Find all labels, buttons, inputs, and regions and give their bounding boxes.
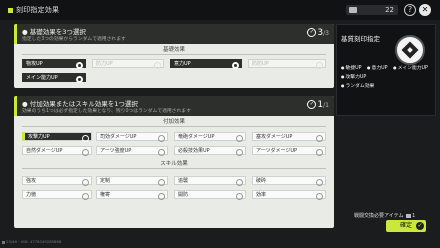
check-icon: ✓: [416, 222, 424, 230]
additional-effect-counter: ✓ 1/1: [307, 100, 329, 110]
additional-effect-header: ● 付加効果またはスキル効果を1つ選択 効果のうち1つは必ず指定した効果となり、…: [14, 96, 334, 116]
radio-icon: [236, 134, 243, 142]
help-icon[interactable]: ?: [404, 4, 416, 16]
summary-tag-2: メイン能力UP: [393, 66, 428, 71]
radio-icon: [316, 192, 323, 200]
additional-effect-section-header: 付加効果: [22, 118, 326, 127]
additional-effect-subtitle: 効果のうち1つは必ず指定した効果となり、残り0つはランダムで適用されます: [22, 109, 191, 114]
option-base-4[interactable]: メイン能力UP: [22, 73, 86, 83]
page-title: 刻印指定効果: [8, 5, 59, 15]
option-add-3[interactable]: 塞攻ダメージUP: [252, 132, 326, 142]
footer-build-info: 23/46 · UID: 4776349285868: [2, 239, 61, 244]
option-skill-4[interactable]: 力徳: [22, 190, 92, 200]
option-add-4[interactable]: 自然ダメージUP: [22, 146, 92, 156]
radio-icon: [158, 148, 165, 156]
radio-icon: [158, 192, 165, 200]
radio-icon: [232, 61, 239, 69]
option-base-3[interactable]: 防防UP: [248, 59, 326, 69]
skill-effect-section-header: スキル効果: [22, 160, 326, 169]
signal-icon: [2, 240, 5, 244]
option-add-7[interactable]: アーツダメージUP: [252, 146, 326, 156]
confirm-button[interactable]: 確定 ✓: [386, 220, 426, 232]
radio-icon: [158, 178, 165, 186]
close-icon[interactable]: ✕: [419, 4, 431, 16]
radio-icon: [316, 61, 323, 69]
radio-icon: [316, 148, 323, 156]
radio-icon: [154, 61, 161, 69]
radio-icon: [316, 178, 323, 186]
radio-icon: [236, 192, 243, 200]
option-skill-2[interactable]: 追襲: [174, 176, 246, 186]
currency-display[interactable]: 22: [346, 5, 398, 15]
radio-icon: [236, 148, 243, 156]
option-add-0[interactable]: 攻撃力UP: [22, 132, 92, 142]
base-effect-header: ● 基礎効果を3つ選択 指定した3つの効果からランダムで適用されます ✓ 3/3: [14, 24, 334, 44]
additional-effect-panel: ● 付加効果またはスキル効果を1つ選択 効果のうち1つは必ず指定した効果となり、…: [14, 96, 334, 228]
radio-icon: [236, 178, 243, 186]
title-marker-icon: [8, 7, 13, 13]
summary-tag-4: ランダム効果: [341, 82, 375, 89]
option-skill-3[interactable]: 破砕: [252, 176, 326, 186]
option-base-0[interactable]: 物攻UP: [22, 59, 86, 69]
check-circle-icon: ✓: [307, 100, 317, 109]
summary-tag-3: 攻撃力UP: [341, 73, 367, 80]
option-add-6[interactable]: 必殺技効果UP: [174, 146, 246, 156]
base-effect-panel: ● 基礎効果を3つ選択 指定した3つの効果からランダムで適用されます ✓ 3/3 …: [14, 24, 334, 88]
check-circle-icon: ✓: [307, 28, 317, 37]
summary-tag-1: 意力UP: [367, 66, 388, 71]
option-skill-1[interactable]: 定制: [96, 176, 168, 186]
radio-icon: [82, 148, 89, 156]
required-item: 戦闘交換必要アイテム 1: [354, 213, 416, 219]
option-skill-5[interactable]: 権寄: [96, 190, 168, 200]
base-effect-counter: ✓ 3/3: [307, 28, 329, 38]
currency-icon: [349, 7, 357, 13]
option-skill-6[interactable]: 開防: [174, 190, 246, 200]
radio-icon: [82, 134, 89, 142]
item-icon: [405, 213, 411, 218]
summary-panel: 基質刻印指定 敏捷UP 意力UP メイン能力UP 攻撃力UP ランダム効果: [336, 24, 436, 116]
radio-icon: [316, 134, 323, 142]
radio-icon: [76, 75, 83, 83]
summary-title: 基質刻印指定: [341, 35, 380, 43]
top-bar: 刻印指定効果 22 ? ✕: [0, 0, 440, 20]
summary-tag-0: 敏捷UP: [341, 66, 362, 71]
base-effect-subtitle: 指定した3つの効果からランダムで適用されます: [22, 37, 126, 42]
radio-icon: [158, 134, 165, 142]
radio-icon: [82, 178, 89, 186]
option-skill-0[interactable]: 強攻: [22, 176, 92, 186]
engraving-badge-icon: [395, 35, 425, 65]
radio-icon: [82, 192, 89, 200]
currency-value: 22: [385, 6, 394, 14]
option-base-1[interactable]: 防力UP: [92, 59, 164, 69]
option-add-2[interactable]: 竜砲ダメージUP: [174, 132, 246, 142]
radio-icon: [76, 61, 83, 69]
option-base-2[interactable]: 意力UP: [170, 59, 242, 69]
option-skill-7[interactable]: 効率: [252, 190, 326, 200]
summary-tags: 敏捷UP 意力UP メイン能力UP: [341, 64, 432, 71]
option-add-1[interactable]: 司効ダメージUP: [96, 132, 168, 142]
option-add-5[interactable]: アーツ強度UP: [96, 146, 168, 156]
base-effect-section-header: 基礎効果: [22, 46, 326, 55]
